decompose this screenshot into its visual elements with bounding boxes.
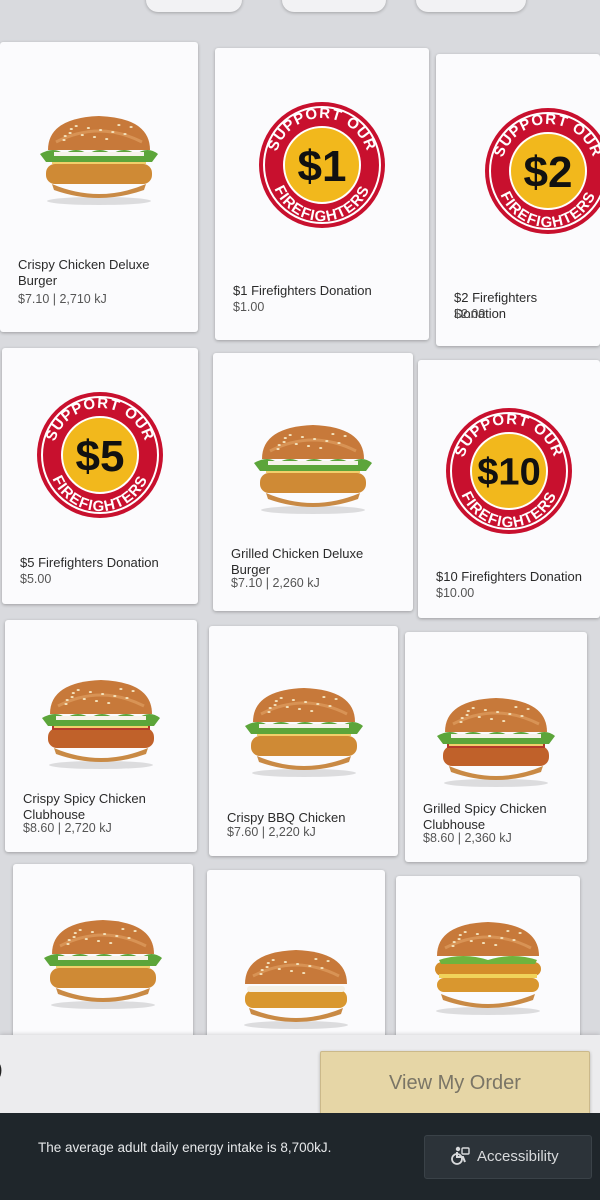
menu-item-card[interactable]: Grilled Spicy Chicken Clubhouse $8.60 | 2…	[405, 632, 587, 862]
burger-image	[431, 688, 561, 793]
svg-text:$1: $1	[298, 142, 347, 191]
menu-item-name: $1 Firefighters Donation	[233, 283, 372, 298]
menu-item-card[interactable]: SUPPORT OUR FIREFIGHTERS $5 $5 Firefighters…	[2, 348, 198, 604]
menu-item-name: $10 Firefighters Donation	[436, 569, 582, 584]
burger-image	[36, 670, 166, 775]
menu-item-price: $7.10 | 2,710 kJ	[18, 292, 107, 306]
menu-item-card[interactable]: SUPPORT OURFIREFIGHTERS$2$2 Firefighters…	[436, 54, 600, 346]
menu-item-price: $8.60 | 2,360 kJ	[423, 831, 512, 845]
energy-intake-notice: The average adult daily energy intake is…	[38, 1140, 332, 1155]
menu-item-card[interactable]: SUPPORT OUR FIREFIGHTERS $1 $1 Firefighters…	[215, 48, 429, 340]
menu-item-name: Crispy Spicy Chicken Clubhouse	[23, 791, 146, 822]
accessibility-button[interactable]: Accessibility	[424, 1135, 592, 1179]
svg-text:$5: $5	[76, 432, 125, 481]
footer: The average adult daily energy intake is…	[0, 1113, 600, 1200]
menu-item-price: $7.60 | 2,220 kJ	[227, 825, 316, 839]
menu-grid: Crispy Chicken Deluxe Burger $7.10 | 2,71…	[0, 0, 600, 1040]
menu-item-price: $1.00	[233, 300, 265, 314]
menu-item-card[interactable]: Crispy BBQ Chicken $7.60 | 2,220 kJ	[209, 626, 398, 856]
menu-item-name: Crispy Chicken Deluxe Burger	[18, 257, 150, 288]
view-my-order-button[interactable]: View My Order	[320, 1051, 590, 1115]
svg-text:$2: $2	[524, 148, 573, 197]
menu-item-name: Grilled Chicken Deluxe Burger	[231, 546, 364, 577]
menu-item-card[interactable]: SUPPORT OUR FIREFIGHTERS $10 $10 Firefighte…	[418, 360, 600, 618]
menu-item-price: $7.10 | 2,260 kJ	[231, 576, 320, 590]
menu-item-price: $10.00	[436, 586, 475, 600]
menu-item-card[interactable]: Grilled Chicken Deluxe Burger $7.10 | 2,2…	[213, 353, 413, 611]
burger-image	[38, 910, 168, 1015]
burger-image	[231, 930, 361, 1035]
partial-glyph: )	[0, 1059, 3, 1082]
menu-item-name: Grilled Spicy Chicken Clubhouse	[423, 801, 547, 832]
firefighters-donation-badge: SUPPORT OUR FIREFIGHTERS $1	[257, 100, 387, 230]
menu-item-card[interactable]: Crispy Chicken Deluxe Burger $7.10 | 2,71…	[0, 42, 198, 332]
svg-text:$10: $10	[477, 452, 540, 494]
menu-item-card[interactable]	[396, 876, 580, 1040]
firefighters-donation-badge: SUPPORT OURFIREFIGHTERS$2	[483, 106, 600, 236]
menu-item-price: $2.00	[454, 307, 486, 321]
menu-item-name: Crispy BBQ Chicken	[227, 810, 346, 825]
firefighters-donation-badge: SUPPORT OUR FIREFIGHTERS $5	[35, 390, 165, 520]
menu-item-name: $5 Firefighters Donation	[20, 555, 159, 570]
accessibility-label: Accessibility	[477, 1148, 559, 1165]
menu-item-card[interactable]	[13, 864, 193, 1040]
burger-image	[34, 106, 164, 211]
burger-image	[239, 678, 369, 783]
order-bar: ) View My Order	[0, 1035, 600, 1115]
menu-item-card[interactable]: Crispy Spicy Chicken Clubhouse $8.60 | 2,…	[5, 620, 197, 852]
burger-image	[248, 415, 378, 520]
menu-item-price: $5.00	[20, 572, 52, 586]
menu-item-card[interactable]	[207, 870, 385, 1040]
firefighters-donation-badge: SUPPORT OUR FIREFIGHTERS $10	[444, 406, 574, 536]
menu-item-price: $8.60 | 2,720 kJ	[23, 821, 112, 835]
wheelchair-icon	[449, 1146, 471, 1170]
burger-image	[423, 916, 553, 1021]
